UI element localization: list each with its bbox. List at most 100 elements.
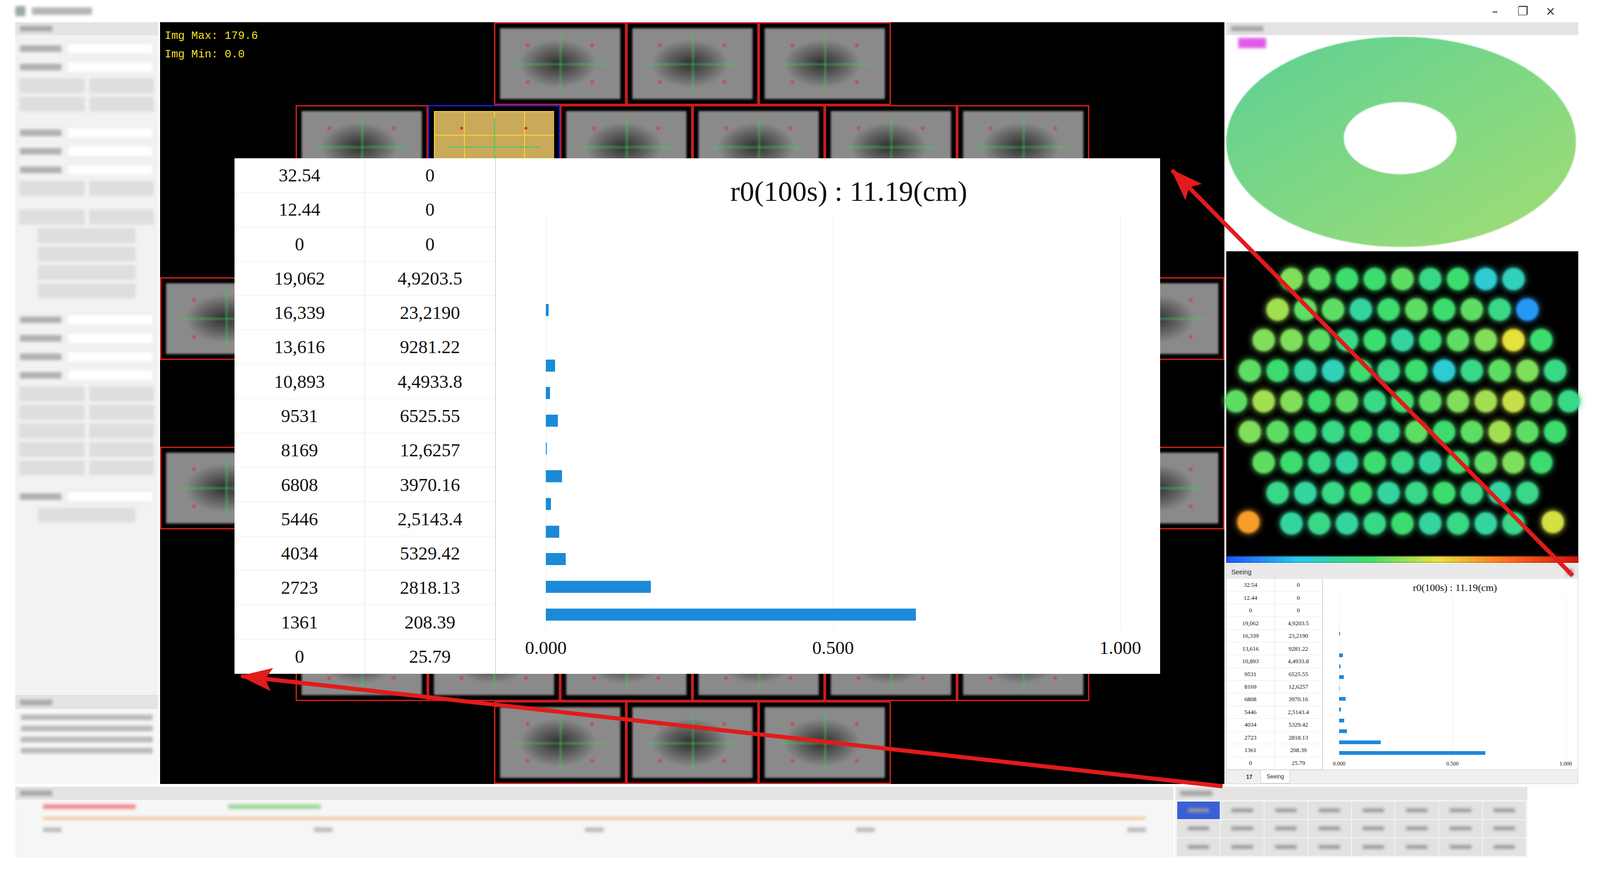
table-cell[interactable]	[1395, 819, 1439, 838]
control-row[interactable]	[19, 228, 154, 243]
table-cell[interactable]	[1264, 801, 1308, 819]
table-row[interactable]: 54462,5143.4	[1226, 705, 1323, 719]
spot-marker[interactable]	[1446, 267, 1470, 291]
spot-marker[interactable]	[1460, 420, 1483, 443]
spot-marker[interactable]	[1391, 267, 1414, 291]
spot-marker[interactable]	[1502, 512, 1525, 535]
control-button[interactable]	[38, 228, 136, 243]
control-row[interactable]	[19, 265, 154, 280]
spot-marker[interactable]	[1433, 298, 1456, 321]
control-button[interactable]	[19, 386, 85, 401]
spot-marker[interactable]	[1474, 512, 1497, 535]
spot-marker[interactable]	[1294, 359, 1317, 382]
control-button[interactable]	[19, 405, 85, 420]
table-row[interactable]: 54462,5143.4	[234, 501, 496, 537]
spot-marker[interactable]	[1349, 420, 1372, 443]
spot-marker[interactable]	[1516, 298, 1539, 321]
control-button[interactable]	[89, 97, 155, 112]
control-button[interactable]	[89, 210, 155, 224]
table-cell[interactable]	[1220, 837, 1264, 856]
bar[interactable]	[1339, 685, 1340, 690]
spot-marker[interactable]	[1391, 389, 1414, 413]
table-row[interactable]: 95316525.55	[234, 398, 496, 433]
bar[interactable]	[545, 469, 563, 482]
spot-marker[interactable]	[1419, 328, 1442, 352]
spot-marker[interactable]	[1405, 420, 1428, 443]
control-row[interactable]	[19, 442, 154, 457]
spot-marker[interactable]	[1224, 389, 1248, 413]
table-cell[interactable]	[1308, 801, 1351, 819]
control-row[interactable]	[19, 210, 154, 224]
spot-marker[interactable]	[1516, 481, 1539, 504]
spot-marker[interactable]	[1335, 450, 1359, 474]
control-row[interactable]	[19, 507, 154, 522]
table-cell[interactable]	[1220, 819, 1264, 838]
control-button[interactable]	[19, 442, 85, 457]
spot-marker[interactable]	[1544, 359, 1567, 382]
bar[interactable]	[1339, 707, 1341, 711]
table-cell[interactable]	[1352, 801, 1395, 819]
spot-marker[interactable]	[1419, 267, 1442, 291]
spot-marker[interactable]	[1377, 359, 1400, 382]
spot-marker[interactable]	[1419, 389, 1442, 413]
table-cell[interactable]	[1395, 837, 1439, 856]
spot-marker[interactable]	[1377, 420, 1400, 443]
control-row[interactable]	[19, 115, 154, 122]
outlier-spot[interactable]	[1237, 510, 1260, 533]
spot-marker[interactable]	[1488, 481, 1511, 504]
spot-marker[interactable]	[1238, 420, 1261, 443]
control-button[interactable]	[89, 423, 155, 438]
field-input[interactable]	[67, 126, 154, 139]
control-row[interactable]	[19, 312, 154, 327]
table-cell[interactable]	[1395, 801, 1439, 819]
window-control-button[interactable]: –	[1483, 2, 1507, 20]
spot-marker[interactable]	[1474, 389, 1497, 413]
spot-marker[interactable]	[1488, 420, 1511, 443]
bar[interactable]	[1339, 664, 1341, 668]
spot-marker[interactable]	[1266, 359, 1289, 382]
spot-marker[interactable]	[1294, 298, 1317, 321]
spot-marker[interactable]	[1363, 328, 1386, 352]
control-button[interactable]	[19, 181, 85, 196]
table-row[interactable]: 10,8934,4933.8	[234, 364, 496, 399]
table-cell[interactable]	[1482, 837, 1526, 856]
spot-marker[interactable]	[1391, 512, 1414, 535]
spot-marker[interactable]	[1502, 389, 1525, 413]
table-row[interactable]: 13,6169281.22	[1226, 642, 1323, 655]
table-row[interactable]: 40345329.42	[1226, 718, 1323, 731]
spot-marker[interactable]	[1446, 450, 1470, 474]
table-row[interactable]: 32.540	[234, 158, 496, 193]
window-control-button[interactable]: ❐	[1511, 2, 1534, 20]
control-button[interactable]	[19, 78, 85, 93]
spot-marker[interactable]	[1530, 389, 1553, 413]
table-row[interactable]: 1361208.39	[234, 604, 496, 639]
spot-marker[interactable]	[1322, 359, 1345, 382]
control-row[interactable]	[19, 302, 154, 309]
control-button[interactable]	[38, 265, 136, 280]
subaperture-tile[interactable]	[494, 700, 627, 784]
spot-marker[interactable]	[1377, 481, 1400, 504]
control-row[interactable]	[19, 125, 154, 140]
spot-marker[interactable]	[1516, 420, 1539, 443]
spot-marker[interactable]	[1335, 267, 1359, 291]
table-row[interactable]: 68083970.16	[234, 467, 496, 502]
bar[interactable]	[1339, 696, 1346, 701]
table-row[interactable]: 16,33923,2190	[234, 295, 496, 330]
spot-marker[interactable]	[1474, 267, 1497, 291]
spot-marker[interactable]	[1349, 481, 1372, 504]
spot-marker[interactable]	[1280, 450, 1303, 474]
table-row[interactable]: 95316525.55	[1226, 667, 1323, 680]
table-row[interactable]: 025.79	[234, 639, 496, 674]
spot-marker[interactable]	[1322, 420, 1345, 443]
spot-marker[interactable]	[1238, 359, 1261, 382]
bar[interactable]	[545, 497, 551, 510]
control-row[interactable]	[19, 78, 154, 93]
control-button[interactable]	[89, 442, 155, 457]
spot-marker[interactable]	[1266, 420, 1289, 443]
field-input[interactable]	[67, 145, 154, 158]
subaperture-tile[interactable]	[494, 22, 627, 106]
bar[interactable]	[1339, 728, 1347, 733]
spot-marker[interactable]	[1294, 481, 1317, 504]
table-cell[interactable]	[1352, 819, 1395, 838]
table-row[interactable]: 27232818.13	[1226, 731, 1323, 744]
